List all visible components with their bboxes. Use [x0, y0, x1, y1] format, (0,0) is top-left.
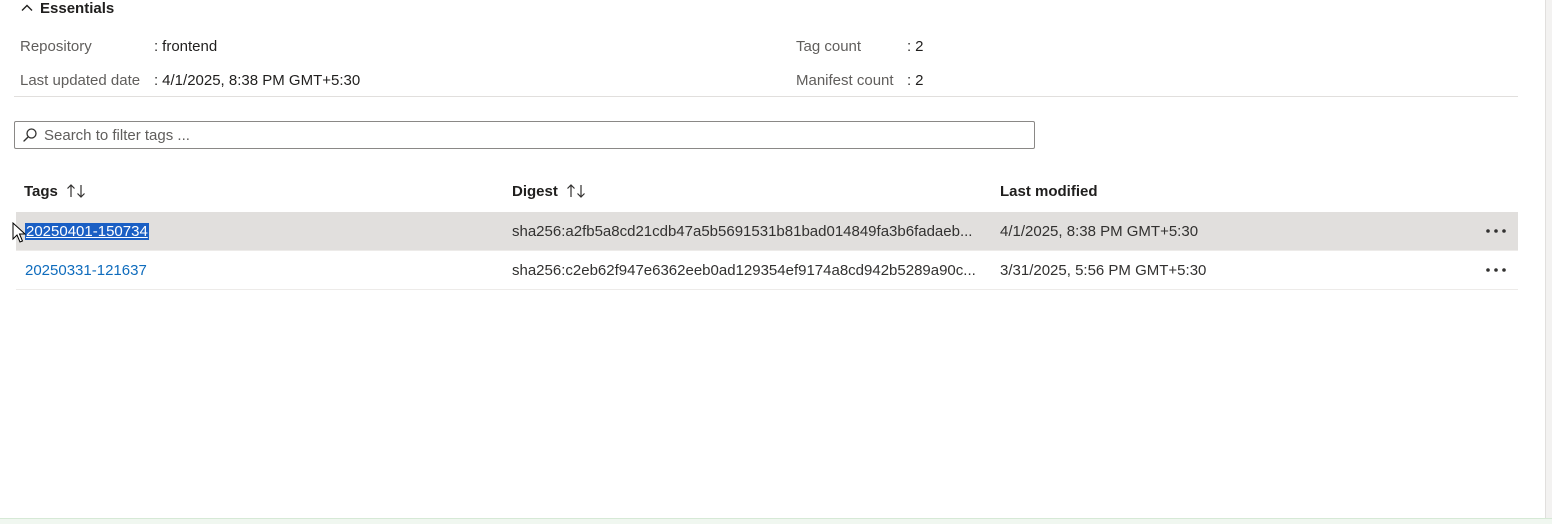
manifest-count-value: 2 — [915, 71, 924, 89]
essentials-last-updated: Last updated date : 4/1/2025, 8:38 PM GM… — [20, 70, 360, 90]
manifest-count-label: Manifest count — [796, 71, 894, 89]
sort-icon[interactable] — [66, 183, 88, 199]
chevron-up-icon — [21, 4, 33, 11]
column-header-digest-label: Digest — [512, 182, 558, 200]
last-modified-cell: 3/31/2025, 5:56 PM GMT+5:30 — [1000, 261, 1207, 279]
tag-link[interactable]: 20250331-121637 — [25, 262, 147, 279]
last-updated-value: 4/1/2025, 8:38 PM GMT+5:30 — [162, 71, 361, 89]
row-actions-button[interactable] — [1482, 212, 1510, 250]
column-header-digest[interactable]: Digest — [512, 180, 588, 202]
last-updated-label: Last updated date — [20, 71, 141, 89]
digest-cell: sha256:a2fb5a8cd21cdb47a5b5691531b81bad0… — [512, 222, 973, 240]
essentials-tag-count: Tag count : 2 — [796, 36, 924, 56]
more-horizontal-icon — [1486, 268, 1506, 272]
mouse-cursor-icon — [12, 222, 26, 243]
colon: : — [154, 71, 159, 89]
table-row[interactable]: 20250331-121637 sha256:c2eb62f947e6362ee… — [16, 251, 1518, 290]
digest-cell: sha256:c2eb62f947e6362eeb0ad129354ef9174… — [512, 261, 976, 279]
sort-icon[interactable] — [566, 183, 588, 199]
repository-panel: Essentials Repository : frontend Last up… — [0, 0, 1546, 518]
tag-search-box[interactable] — [14, 121, 1035, 149]
more-horizontal-icon — [1486, 229, 1506, 233]
tag-count-label: Tag count — [796, 37, 862, 55]
tag-link[interactable]: 20250401-150734 — [25, 222, 149, 240]
tag-search-input[interactable] — [44, 123, 1034, 147]
table-row[interactable]: 20250401-150734 sha256:a2fb5a8cd21cdb47a… — [16, 212, 1518, 251]
colon: : — [154, 37, 159, 55]
essentials-repository: Repository : frontend — [20, 36, 217, 56]
last-modified-cell: 4/1/2025, 8:38 PM GMT+5:30 — [1000, 222, 1199, 240]
bottom-strip — [0, 518, 1552, 524]
column-header-tags[interactable]: Tags — [24, 180, 88, 202]
tag-cell: 20250401-150734 — [25, 212, 149, 250]
essentials-toggle[interactable]: Essentials — [20, 0, 114, 18]
colon: : — [907, 71, 912, 89]
column-header-last-modified[interactable]: Last modified — [1000, 180, 1098, 202]
repository-value: frontend — [162, 37, 218, 55]
row-actions-button[interactable] — [1482, 251, 1510, 289]
column-header-last-modified-label: Last modified — [1000, 182, 1098, 200]
column-header-tags-label: Tags — [24, 182, 58, 200]
colon: : — [907, 37, 912, 55]
essentials-divider — [14, 96, 1518, 97]
essentials-manifest-count: Manifest count : 2 — [796, 70, 924, 90]
tag-count-value: 2 — [915, 37, 924, 55]
search-icon — [23, 128, 37, 142]
repository-label: Repository — [20, 37, 92, 55]
tag-cell: 20250331-121637 — [25, 251, 147, 289]
essentials-title: Essentials — [40, 0, 115, 17]
right-gutter — [1546, 0, 1552, 518]
